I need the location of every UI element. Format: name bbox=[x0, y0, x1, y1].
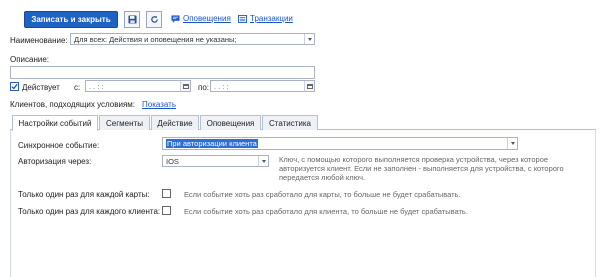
date-to-input[interactable]: . . : : bbox=[210, 80, 315, 92]
chevron-down-icon[interactable] bbox=[507, 138, 517, 149]
auth-via-label: Авторизация через: bbox=[18, 157, 92, 166]
sync-event-select[interactable]: При авторизации клиента bbox=[162, 137, 518, 150]
refresh-button[interactable] bbox=[146, 11, 162, 28]
active-label: Действует bbox=[22, 83, 60, 92]
floppy-disk-icon bbox=[127, 15, 137, 24]
tab-statistics[interactable]: Статистика bbox=[262, 115, 318, 130]
once-per-card-hint: Если событие хоть раз сработало для карт… bbox=[184, 190, 461, 199]
tab-event-settings[interactable]: Настройки событий bbox=[12, 115, 98, 131]
refresh-icon bbox=[150, 15, 158, 23]
clients-matching-label: Клиентов, подходящих условиям: bbox=[10, 100, 136, 109]
panel-border bbox=[10, 130, 11, 277]
chevron-down-icon[interactable] bbox=[258, 156, 268, 166]
once-per-card-label: Только один раз для каждой карты: bbox=[18, 190, 150, 199]
name-select[interactable]: Для всех: Действия и оповещения не указа… bbox=[70, 33, 315, 45]
auth-via-value: IOS bbox=[166, 156, 179, 166]
notifications-link-label[interactable]: Оповещения bbox=[183, 14, 231, 23]
date-to-value: . . : : bbox=[214, 81, 229, 91]
calendar-icon[interactable] bbox=[304, 81, 314, 91]
auth-via-hint: Ключ, с помощью которого выполняется про… bbox=[279, 155, 564, 182]
date-from-label: с: bbox=[74, 83, 81, 92]
save-button[interactable] bbox=[124, 11, 140, 28]
date-to-label: по: bbox=[198, 83, 210, 92]
message-icon bbox=[171, 14, 180, 23]
tab-notifications[interactable]: Оповещения bbox=[200, 115, 261, 130]
name-label: Наименование: bbox=[10, 36, 68, 45]
name-value: Для всех: Действия и оповещения не указа… bbox=[74, 34, 237, 44]
tab-segments[interactable]: Сегменты bbox=[99, 115, 150, 130]
tab-action[interactable]: Действие bbox=[151, 115, 199, 130]
description-input[interactable] bbox=[10, 66, 315, 79]
once-per-client-checkbox[interactable] bbox=[162, 206, 171, 215]
calendar-icon[interactable] bbox=[180, 81, 190, 91]
transactions-link[interactable]: Транзакции bbox=[238, 14, 293, 23]
sync-event-label: Синхронное событие: bbox=[18, 141, 100, 150]
show-clients-link[interactable]: Показать bbox=[142, 100, 176, 109]
description-label: Описание: bbox=[10, 55, 50, 64]
auth-via-select[interactable]: IOS bbox=[162, 155, 269, 167]
once-per-card-checkbox[interactable] bbox=[162, 189, 171, 198]
checkmark-icon bbox=[11, 83, 18, 90]
save-and-close-button[interactable]: Записать и закрыть bbox=[24, 11, 118, 28]
list-icon bbox=[238, 14, 247, 23]
once-per-client-hint: Если событие хоть раз сработало для клие… bbox=[184, 207, 468, 216]
chevron-down-icon[interactable] bbox=[304, 34, 314, 44]
sync-event-value: При авторизации клиента bbox=[166, 139, 258, 148]
date-from-value: . . : : bbox=[89, 81, 104, 91]
notifications-link[interactable]: Оповещения bbox=[171, 14, 231, 23]
panel-border bbox=[595, 130, 596, 277]
date-from-input[interactable]: . . : : bbox=[85, 80, 191, 92]
transactions-link-label[interactable]: Транзакции bbox=[250, 14, 293, 23]
active-checkbox[interactable] bbox=[10, 82, 19, 91]
once-per-client-label: Только один раз для каждого клиента: bbox=[18, 207, 161, 216]
